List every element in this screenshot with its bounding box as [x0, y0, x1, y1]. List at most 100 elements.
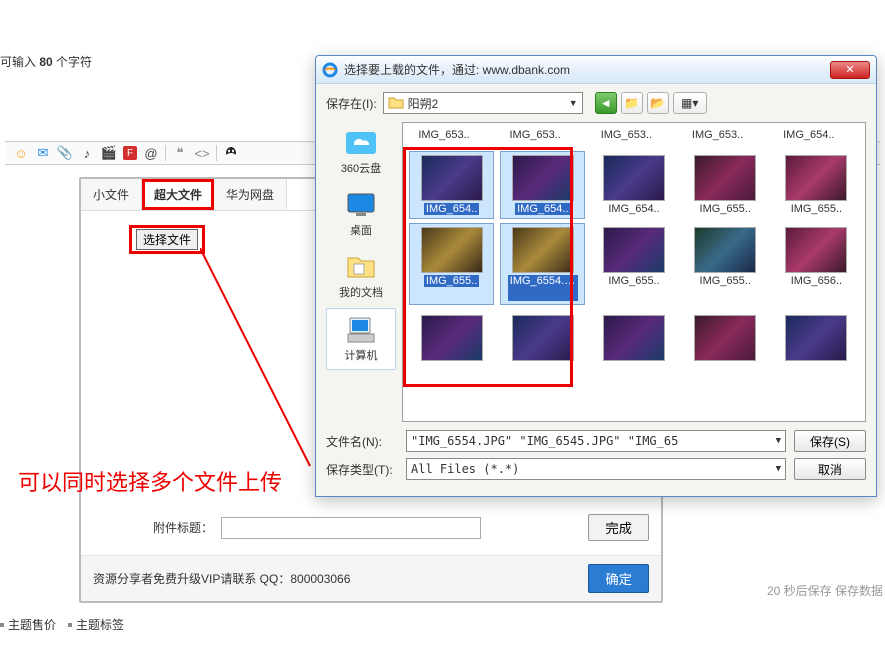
- flash-icon[interactable]: F: [123, 146, 137, 160]
- file-name-partial[interactable]: IMG_653..: [409, 129, 479, 141]
- envelope-icon[interactable]: ✉: [35, 145, 51, 161]
- view-mode-button[interactable]: ▦▾: [673, 92, 707, 114]
- file-thumbnail: [694, 155, 756, 201]
- chevron-down-icon: ▼: [569, 98, 578, 108]
- video-icon[interactable]: 🎬: [101, 145, 117, 161]
- code-icon[interactable]: <>: [194, 145, 210, 161]
- chevron-down-icon: ▼: [776, 464, 781, 474]
- separator: [165, 145, 166, 161]
- file-item[interactable]: [774, 311, 859, 365]
- done-button[interactable]: 完成: [588, 514, 649, 541]
- file-item[interactable]: IMG_655..: [683, 223, 768, 305]
- back-button[interactable]: ◄: [595, 92, 617, 114]
- file-thumbnail: [421, 315, 483, 361]
- qq-icon[interactable]: [223, 145, 239, 161]
- ie-icon: [322, 62, 338, 78]
- file-name: IMG_654..: [606, 203, 661, 215]
- file-item[interactable]: IMG_654..: [500, 151, 585, 219]
- file-item[interactable]: IMG_655..: [683, 151, 768, 219]
- quote-icon[interactable]: ❝: [172, 145, 188, 161]
- file-thumbnail: [603, 315, 665, 361]
- file-thumbnail: [421, 155, 483, 201]
- attachment-icon[interactable]: 📎: [57, 145, 73, 161]
- file-item[interactable]: [683, 311, 768, 365]
- file-thumbnail: [694, 315, 756, 361]
- tab-small-file[interactable]: 小文件: [81, 179, 142, 210]
- file-name: IMG_655..: [789, 203, 844, 215]
- file-item[interactable]: IMG_655..: [774, 151, 859, 219]
- file-name: IMG_6554.JPG: [508, 275, 578, 301]
- file-name: IMG_656..: [789, 275, 844, 287]
- file-thumbnail: [785, 315, 847, 361]
- file-thumbnail: [603, 227, 665, 273]
- file-name-partial[interactable]: IMG_653..: [500, 129, 570, 141]
- music-icon[interactable]: ♪: [79, 145, 95, 161]
- tab-large-file[interactable]: 超大文件: [142, 179, 214, 210]
- attach-title-input[interactable]: [221, 517, 481, 539]
- sidebar-item-computer[interactable]: 计算机: [326, 308, 396, 370]
- documents-icon: [344, 252, 378, 282]
- file-thumbnail: [512, 315, 574, 361]
- file-item[interactable]: IMG_654..: [409, 151, 494, 219]
- file-name-partial[interactable]: IMG_653..: [591, 129, 661, 141]
- topic-price[interactable]: 主题售价: [0, 616, 56, 633]
- vip-contact-text: 资源分享者免费升级VIP请联系 QQ：800003066: [93, 570, 350, 587]
- save-button[interactable]: 保存(S): [794, 430, 866, 452]
- choose-file-button[interactable]: 选择文件: [136, 229, 198, 250]
- separator: [216, 145, 217, 161]
- file-name: IMG_655..: [606, 275, 661, 287]
- close-button[interactable]: ✕: [830, 61, 870, 79]
- choose-file-highlight: 选择文件: [129, 225, 205, 254]
- new-folder-button[interactable]: 📂: [647, 92, 669, 114]
- cancel-button[interactable]: 取消: [794, 458, 866, 480]
- folder-icon: [388, 95, 404, 111]
- file-thumbnail: [785, 227, 847, 273]
- sidebar-item-cloud[interactable]: 360云盘: [326, 122, 396, 182]
- file-list[interactable]: IMG_653.. IMG_653.. IMG_653.. IMG_653.. IMG_…: [402, 122, 866, 422]
- places-sidebar: 360云盘 桌面 我的文档 计算机: [326, 122, 396, 422]
- file-name: IMG_655..: [698, 275, 753, 287]
- confirm-button[interactable]: 确定: [588, 564, 649, 593]
- file-thumbnail: [785, 155, 847, 201]
- file-item[interactable]: IMG_655..: [409, 223, 494, 305]
- chevron-down-icon: ▼: [776, 436, 781, 446]
- file-name: IMG_655..: [424, 275, 479, 287]
- file-thumbnail: [421, 227, 483, 273]
- file-name-partial[interactable]: IMG_654..: [774, 129, 844, 141]
- file-name: IMG_654..: [424, 203, 479, 215]
- file-item[interactable]: IMG_6554.JPG: [500, 223, 585, 305]
- filetype-label: 保存类型(T):: [326, 461, 398, 478]
- sidebar-item-desktop[interactable]: 桌面: [326, 184, 396, 244]
- file-item[interactable]: IMG_655..: [591, 223, 676, 305]
- autosave-hint: 20 秒后保存 保存数据: [767, 582, 883, 599]
- at-icon[interactable]: @: [143, 145, 159, 161]
- cloud-disk-icon: [344, 128, 378, 158]
- file-name: IMG_655..: [698, 203, 753, 215]
- file-item[interactable]: [591, 311, 676, 365]
- topic-tags[interactable]: 主题标签: [68, 616, 124, 633]
- file-thumbnail: [512, 155, 574, 201]
- char-limit-hint: 可输入 80 个字符: [0, 53, 92, 70]
- attach-title-label: 附件标题：: [153, 519, 213, 536]
- file-item[interactable]: IMG_654..: [591, 151, 676, 219]
- file-item[interactable]: IMG_656..: [774, 223, 859, 305]
- filename-input[interactable]: "IMG_6554.JPG" "IMG_6545.JPG" "IMG_65▼: [406, 430, 786, 452]
- sidebar-item-mydocs[interactable]: 我的文档: [326, 246, 396, 306]
- file-thumbnail: [694, 227, 756, 273]
- dialog-title: 选择要上载的文件，通过: www.dbank.com: [344, 61, 830, 78]
- file-item[interactable]: [500, 311, 585, 365]
- bottom-options: 主题售价 主题标签: [0, 616, 124, 633]
- desktop-icon: [344, 190, 378, 220]
- up-folder-button[interactable]: 📁: [621, 92, 643, 114]
- computer-icon: [344, 315, 378, 345]
- filetype-select[interactable]: All Files (*.*)▼: [406, 458, 786, 480]
- file-name-partial[interactable]: IMG_653..: [683, 129, 753, 141]
- file-item[interactable]: [409, 311, 494, 365]
- filename-label: 文件名(N):: [326, 433, 398, 450]
- smile-icon[interactable]: ☺: [13, 145, 29, 161]
- dialog-titlebar[interactable]: 选择要上载的文件，通过: www.dbank.com ✕: [316, 56, 876, 84]
- file-thumbnail: [603, 155, 665, 201]
- save-in-label: 保存在(I):: [326, 95, 377, 112]
- folder-combo[interactable]: 阳朔2 ▼: [383, 92, 583, 114]
- tab-huawei-disk[interactable]: 华为网盘: [214, 179, 287, 210]
